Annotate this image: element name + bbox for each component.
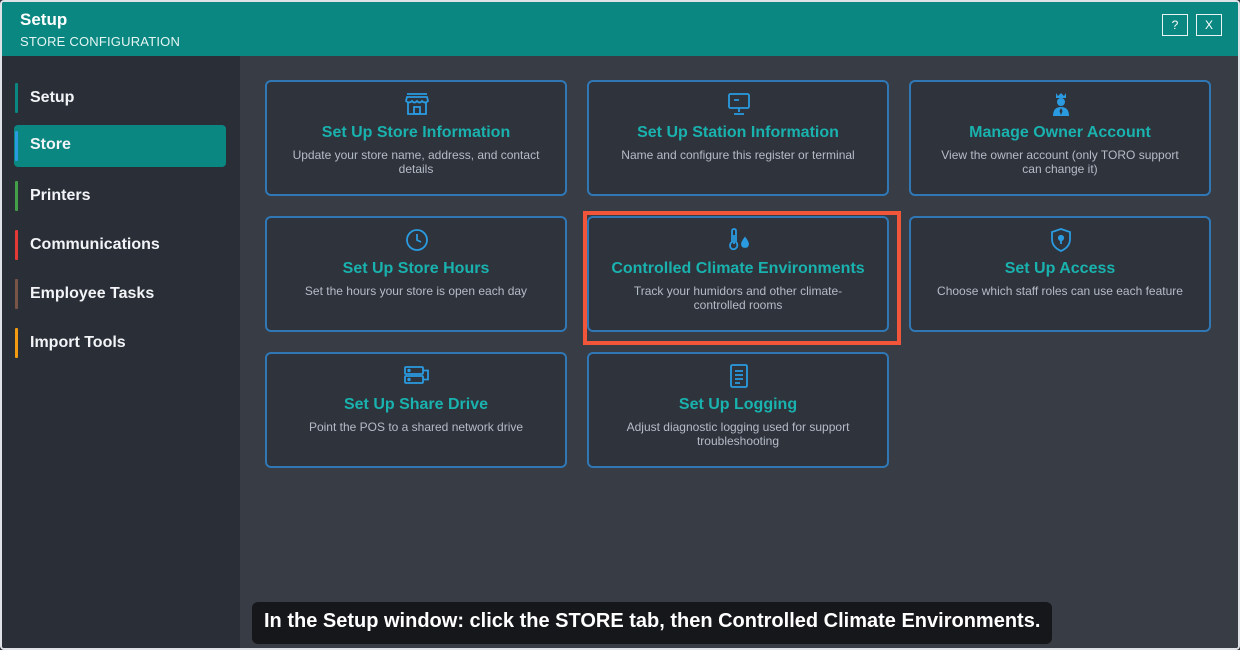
card-description: Name and configure this register or term… [621,148,855,162]
card-description: Adjust diagnostic logging used for suppo… [626,420,850,448]
color-bar [15,328,18,358]
color-bar [15,131,18,161]
clock-icon [404,227,430,253]
help-button[interactable]: ? [1162,14,1188,36]
sidebar-item-employee-tasks[interactable]: Employee Tasks [14,274,226,314]
card-owner-account[interactable]: Manage Owner Account View the owner acco… [909,80,1211,196]
card-description: Set the hours your store is open each da… [304,284,528,298]
close-button[interactable]: X [1196,14,1222,36]
owner-crown-icon [1048,91,1074,117]
card-store-hours[interactable]: Set Up Store Hours Set the hours your st… [265,216,567,332]
storefront-icon [404,91,430,117]
card-share-drive[interactable]: Set Up Share Drive Point the POS to a sh… [265,352,567,468]
card-station-information[interactable]: Set Up Station Information Name and conf… [587,80,889,196]
color-bar [15,279,18,309]
color-bar [15,83,18,113]
card-title: Set Up Logging [678,396,798,413]
card-description: View the owner account (only TORO suppor… [941,148,1179,176]
sidebar-item-label: Setup [30,89,75,106]
card-title: Manage Owner Account [969,124,1151,141]
monitor-icon [726,91,752,117]
shield-icon [1048,227,1074,253]
network-drive-icon [404,363,430,389]
card-description: Choose which staff roles can use each fe… [937,284,1183,298]
card-title: Set Up Store Information [321,124,511,141]
window-subtitle: STORE CONFIGURATION [20,34,181,49]
sidebar: Setup Store Printers Communications Empl… [2,56,240,648]
sidebar-item-label: Import Tools [30,334,126,351]
sidebar-item-import-tools[interactable]: Import Tools [14,323,226,363]
card-title: Set Up Store Hours [342,260,490,277]
card-description: Track your humidors and other climate-co… [633,284,843,312]
sidebar-item-label: Communications [30,236,160,253]
card-description: Update your store name, address, and con… [292,148,540,176]
setup-window: Setup STORE CONFIGURATION ? X Setup Stor… [0,0,1240,650]
sidebar-item-communications[interactable]: Communications [14,225,226,265]
card-access[interactable]: Set Up Access Choose which staff roles c… [909,216,1211,332]
thermometer-droplet-icon [726,227,752,253]
window-title: Setup [20,10,68,29]
card-title: Set Up Station Information [637,124,839,141]
card-store-information[interactable]: Set Up Store Information Update your sto… [265,80,567,196]
card-title: Controlled Climate Environments [611,260,865,277]
document-icon [726,363,752,389]
instruction-caption: In the Setup window: click the STORE tab… [252,602,1053,644]
card-title: Set Up Share Drive [343,396,489,413]
sidebar-item-setup[interactable]: Setup [14,78,226,118]
sidebar-item-store[interactable]: Store [14,125,226,167]
title-bar: Setup STORE CONFIGURATION ? X [2,2,1238,56]
color-bar [15,181,18,211]
color-bar [15,230,18,260]
card-title: Set Up Access [1004,260,1116,277]
sidebar-item-label: Employee Tasks [30,285,155,302]
sidebar-item-label: Store [30,136,71,153]
card-description: Point the POS to a shared network drive [308,420,524,434]
sidebar-item-printers[interactable]: Printers [14,176,226,216]
card-logging[interactable]: Set Up Logging Adjust diagnostic logging… [587,352,889,468]
card-controlled-climate-environments[interactable]: Controlled Climate Environments Track yo… [587,216,889,332]
sidebar-item-label: Printers [30,187,91,204]
